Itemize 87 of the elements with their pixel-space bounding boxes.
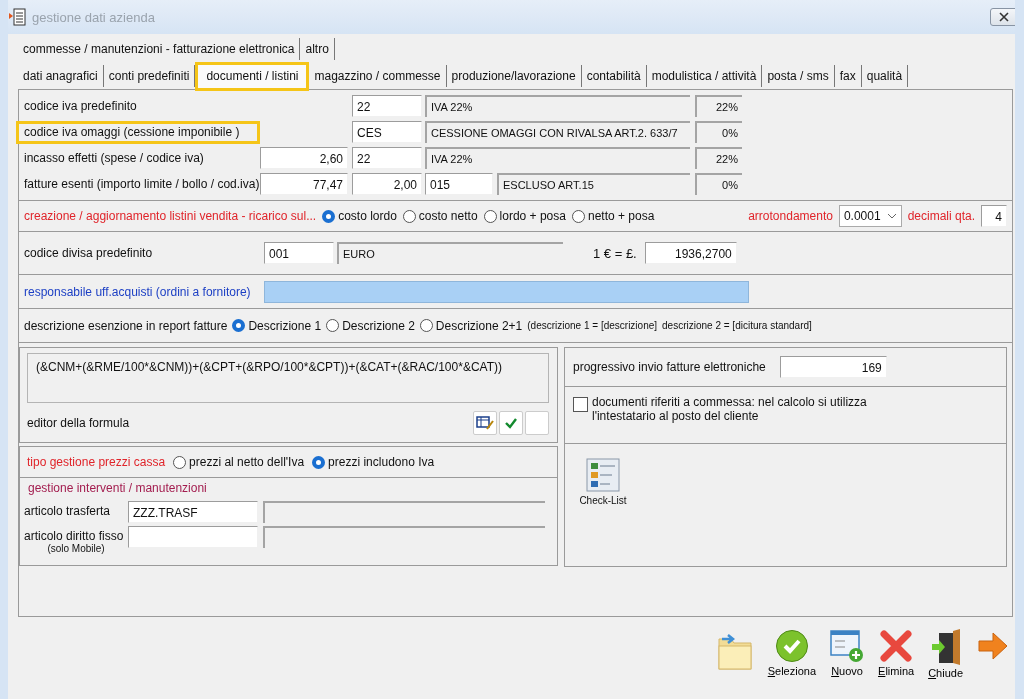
delete-button[interactable]: Elimina — [878, 629, 915, 677]
rounding-dropdown[interactable]: 0.0001 — [838, 205, 902, 227]
vat-description-field: IVA 22% — [425, 147, 690, 169]
buyer-field[interactable] — [264, 280, 749, 303]
vat-code-field[interactable]: CES — [352, 121, 422, 143]
vat-percent-field: 22% — [695, 147, 742, 169]
check-icon — [504, 417, 518, 429]
check-circle-icon — [774, 629, 809, 663]
confirm-button[interactable] — [499, 411, 523, 435]
close-icon — [998, 12, 1010, 22]
tab[interactable]: dati anagrafici — [18, 65, 104, 87]
tab[interactable]: altro — [300, 38, 335, 60]
vat-code-field[interactable]: 015 — [425, 173, 493, 195]
tab[interactable]: commesse / manutenzioni - fatturazione elettronica — [18, 38, 301, 60]
checklist-label[interactable]: Check-List — [579, 495, 627, 506]
tab[interactable]: contabilità — [581, 65, 647, 87]
field-label: decimali qta. — [907, 209, 975, 223]
field-label: articolo trasferta — [24, 504, 111, 518]
invoice-counter-field[interactable]: 169 — [779, 356, 887, 378]
note-text: (solo Mobile) — [47, 543, 105, 554]
article-code-field[interactable]: ZZZ.TRASF — [128, 501, 258, 523]
section-label: gestione interventi / manutenzioni — [27, 480, 208, 497]
radio-option[interactable]: netto + posa — [571, 209, 655, 223]
vat-code-field[interactable]: 22 — [352, 95, 422, 117]
radio-option[interactable]: Descrizione 2 — [326, 318, 415, 333]
folder-icon[interactable] — [715, 631, 754, 671]
x-mark-icon — [879, 629, 914, 663]
field-label: codice iva omaggi (cessione imponibile ) — [16, 120, 260, 144]
tab[interactable]: modulistica / attività — [646, 65, 763, 87]
radio-option[interactable]: Descrizione 2+1 — [419, 318, 523, 333]
tab[interactable]: qualità — [861, 65, 909, 87]
field-label: codice divisa predefinito — [24, 246, 154, 260]
field-label: editor della formula — [27, 416, 130, 430]
arrow-right-icon[interactable] — [977, 631, 1009, 661]
document-icon — [8, 8, 26, 26]
field-label: fatture esenti (importo limite / bollo / cod.iva) — [24, 175, 260, 193]
formula-field: (&CNM+(&RME/100*&CNM))+(&CPT+(&RPO/100*&CPT))+(&CAT+(&RAC/100*&CAT)) — [27, 353, 549, 403]
tab[interactable]: magazzino / commesse — [309, 65, 447, 87]
radio-option[interactable]: Descrizione 1 — [232, 318, 322, 333]
radio-option[interactable]: lordo + posa — [483, 209, 566, 223]
radio-option[interactable]: costo netto — [402, 209, 478, 223]
checkbox[interactable] — [573, 397, 588, 412]
tab[interactable]: documenti / listini — [195, 61, 310, 91]
amount-field[interactable]: 2,60 — [260, 147, 348, 169]
currency-name-field: EURO — [337, 242, 563, 264]
select-button[interactable]: Seleziona — [767, 629, 817, 677]
radio-option[interactable]: prezzi al netto dell'Iva — [173, 455, 305, 469]
field-label: 1 € = £. — [593, 245, 637, 261]
tab[interactable]: posta / sms — [762, 65, 835, 87]
radio-option[interactable]: prezzi includono Iva — [312, 455, 435, 469]
amount-field[interactable]: 77,47 — [260, 173, 348, 195]
field-label: codice iva predefinito — [24, 97, 138, 115]
chevron-down-icon — [886, 213, 897, 219]
vat-description-field: CESSIONE OMAGGI CON RIVALSA ART.2. 633/7 — [425, 121, 690, 143]
exchange-rate-field[interactable]: 1936,2700 — [644, 242, 737, 264]
edit-formula-button[interactable] — [473, 411, 497, 435]
field-label: incasso effetti (spese / codice iva) — [24, 149, 205, 167]
checkbox-label: documenti riferiti a commessa: nel calcolo si utilizza l'intestatario al posto del cliente — [592, 395, 868, 423]
field-label: descrizione esenzione in report fatture — [24, 318, 228, 333]
currency-code-field[interactable]: 001 — [264, 242, 334, 264]
field-label: responsabile uff.acquisti (ordini a fornitore) — [24, 284, 252, 299]
vat-description-field: ESCLUSO ART.15 — [497, 173, 690, 195]
vat-percent-field: 22% — [695, 95, 742, 117]
vat-code-field[interactable]: 22 — [352, 147, 422, 169]
vat-percent-field: 0% — [695, 121, 742, 143]
close-button[interactable] — [990, 8, 1015, 26]
window-title: gestione dati azienda — [32, 9, 155, 25]
field-label: progressivo invio fatture elettroniche — [573, 360, 766, 374]
article-code-field[interactable] — [128, 526, 258, 548]
new-button[interactable]: Nuovo — [830, 629, 865, 677]
close-button[interactable]: Chiude — [928, 629, 963, 679]
vat-percent-field: 0% — [695, 173, 742, 195]
vat-description-field: IVA 22% — [425, 95, 690, 117]
note-text: descrizione 2 = [dicitura standard] — [662, 320, 812, 331]
tab[interactable]: fax — [834, 65, 862, 87]
decimals-field[interactable]: 4 — [981, 205, 1007, 227]
tab[interactable]: produzione/lavorazione — [446, 65, 582, 87]
checklist-icon[interactable] — [586, 458, 620, 492]
window-plus-icon — [830, 629, 865, 663]
stamp-field[interactable]: 2,00 — [352, 173, 422, 195]
field-label: arrotondamento — [748, 209, 833, 223]
section-label: tipo gestione prezzi cassa — [27, 455, 166, 469]
table-pencil-icon — [476, 415, 494, 431]
radio-option[interactable]: costo lordo — [322, 209, 397, 223]
note-text: (descrizione 1 = [descrizione] — [527, 320, 658, 331]
field-label: articolo diritto fisso — [24, 529, 124, 543]
section-label: creazione / aggiornamento listini vendita - ricarico sul... — [24, 209, 317, 223]
